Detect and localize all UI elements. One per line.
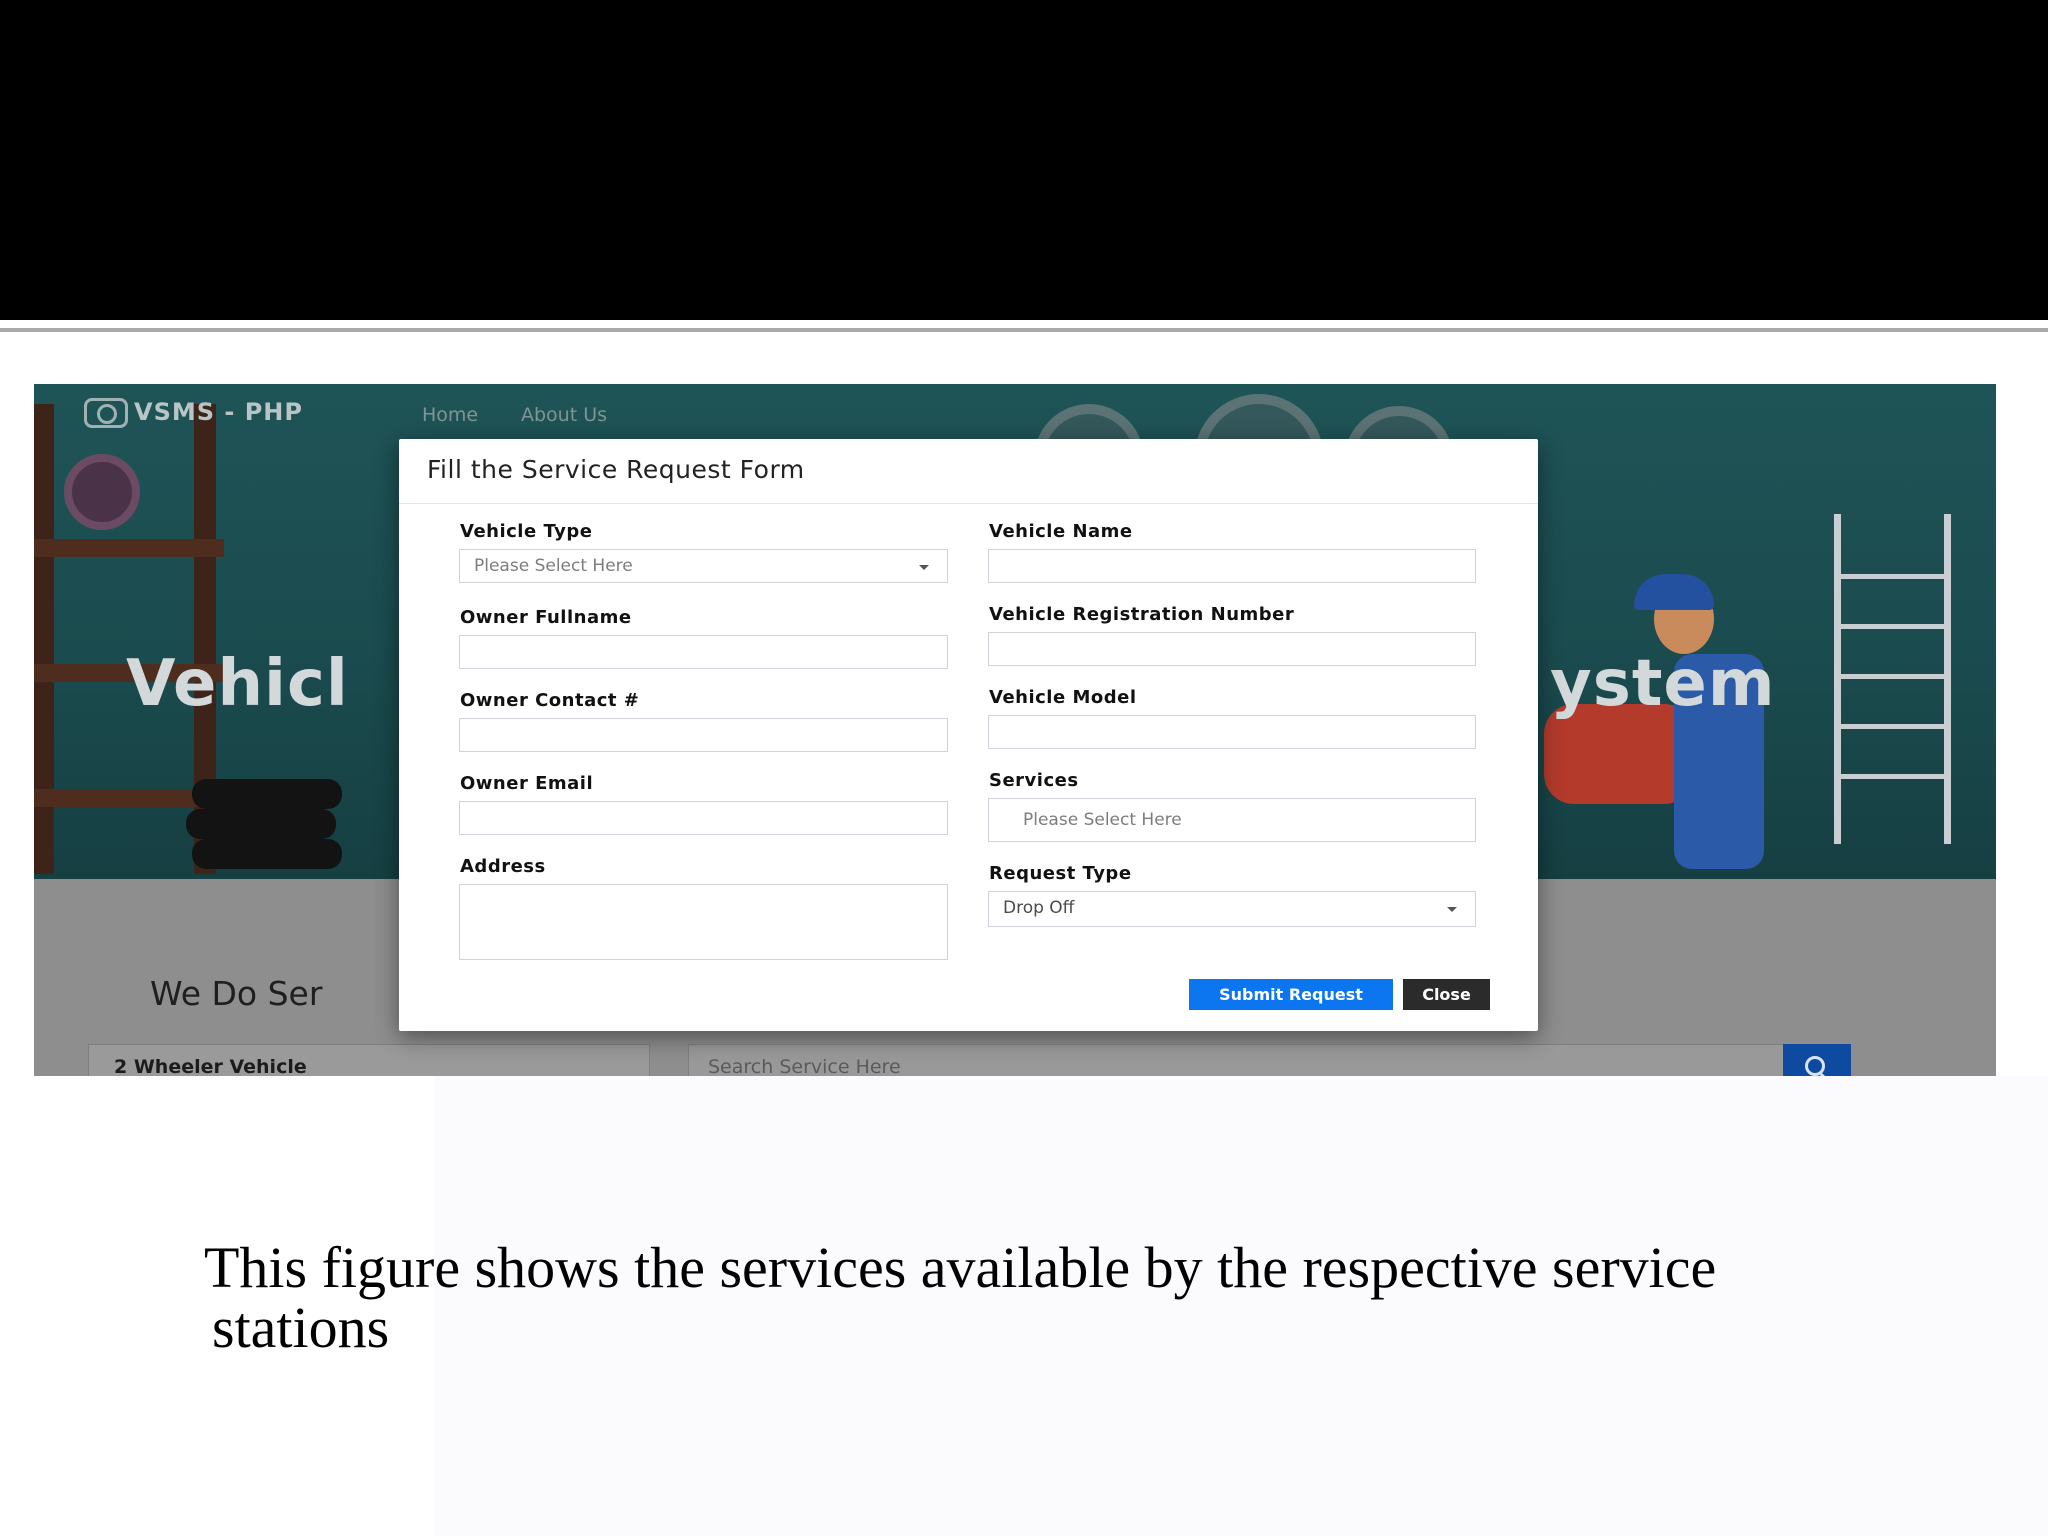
owner-email-field[interactable] xyxy=(459,801,948,835)
address-field[interactable] xyxy=(459,884,948,960)
service-request-modal: Fill the Service Request Form Vehicle Ty… xyxy=(399,439,1538,1031)
owner-fullname-label: Owner Fullname xyxy=(460,607,632,628)
submit-request-button[interactable]: Submit Request xyxy=(1189,979,1393,1010)
shelf-board xyxy=(34,539,224,557)
slide: Vehicl ystem We Do Ser 2 Wheeler Vehicle… xyxy=(0,0,2048,1536)
nav-link-about[interactable]: About Us xyxy=(521,404,607,426)
slide-divider-line xyxy=(0,328,2048,332)
mechanic-cap xyxy=(1634,574,1714,610)
vehicle-type-select[interactable]: Please Select Here xyxy=(459,549,948,583)
shelf-wheel xyxy=(64,454,140,530)
slide-divider xyxy=(0,320,2048,328)
services-select[interactable]: Please Select Here xyxy=(988,798,1476,842)
ladder-rung xyxy=(1834,674,1951,679)
vehicle-model-field[interactable] xyxy=(988,715,1476,749)
chevron-down-icon xyxy=(1447,907,1457,912)
owner-contact-field[interactable] xyxy=(459,718,948,752)
vehicle-registration-label: Vehicle Registration Number xyxy=(989,604,1295,625)
slide-caption: This figure shows the services available… xyxy=(204,1238,1904,1358)
vehicle-registration-field[interactable] xyxy=(988,632,1476,666)
request-type-value: Drop Off xyxy=(1003,898,1075,918)
page-heading: We Do Ser xyxy=(150,974,323,1013)
caption-line-2: stations xyxy=(212,1295,390,1360)
request-type-select[interactable]: Drop Off xyxy=(988,891,1476,927)
ladder-rung xyxy=(1834,574,1951,579)
modal-header: Fill the Service Request Form xyxy=(399,439,1538,504)
search-button[interactable] xyxy=(1783,1044,1851,1076)
request-type-label: Request Type xyxy=(989,863,1132,884)
vehicle-type-value: Please Select Here xyxy=(474,556,633,576)
category-label: 2 Wheeler Vehicle xyxy=(114,1056,307,1076)
address-label: Address xyxy=(460,856,546,877)
search-icon xyxy=(1805,1056,1825,1076)
hero-title-right: ystem xyxy=(1550,647,1776,721)
chevron-down-icon xyxy=(919,565,929,570)
services-value: Please Select Here xyxy=(1023,810,1182,830)
ladder-rung xyxy=(1834,774,1951,779)
hero-title-left: Vehicl xyxy=(126,647,349,721)
search-placeholder: Search Service Here xyxy=(708,1056,901,1076)
tire xyxy=(192,779,342,809)
brand-name[interactable]: VSMS - PHP xyxy=(134,398,303,426)
tire xyxy=(186,809,336,839)
navbar: VSMS - PHP Home About Us xyxy=(34,384,1996,444)
vehicle-model-label: Vehicle Model xyxy=(989,687,1137,708)
tire xyxy=(192,839,342,869)
vehicle-name-field[interactable] xyxy=(988,549,1476,583)
vehicle-name-label: Vehicle Name xyxy=(989,521,1133,542)
ladder-rail xyxy=(1834,514,1841,844)
services-label: Services xyxy=(989,770,1079,791)
slide-title-band xyxy=(0,0,2048,320)
brand-logo-icon xyxy=(84,398,128,428)
ladder-rung xyxy=(1834,724,1951,729)
ladder-rail xyxy=(1944,514,1951,844)
nav-link-home[interactable]: Home xyxy=(422,404,478,426)
owner-email-label: Owner Email xyxy=(460,773,594,794)
ladder-rung xyxy=(1834,624,1951,629)
close-button[interactable]: Close xyxy=(1403,979,1490,1010)
owner-contact-label: Owner Contact # xyxy=(460,690,640,711)
app-screenshot: Vehicl ystem We Do Ser 2 Wheeler Vehicle… xyxy=(34,384,1996,1076)
caption-line-1: This figure shows the services available… xyxy=(204,1235,1717,1300)
modal-title: Fill the Service Request Form xyxy=(427,455,805,484)
owner-fullname-field[interactable] xyxy=(459,635,948,669)
vehicle-type-label: Vehicle Type xyxy=(460,521,593,542)
